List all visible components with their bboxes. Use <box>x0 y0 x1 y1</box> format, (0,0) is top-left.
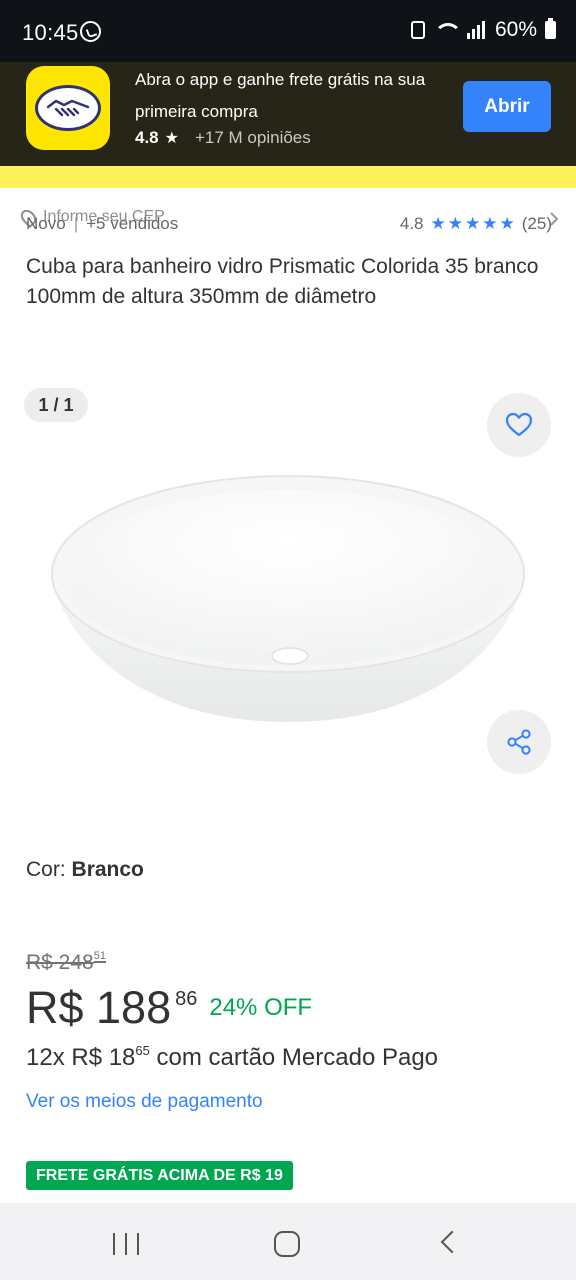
rating-stars: ★ ★ ★ ★ ★ <box>431 214 515 234</box>
installments-suffix: com cartão Mercado Pago <box>156 1044 439 1071</box>
star-icon: ★ <box>499 214 515 233</box>
original-price: R$ 24851 <box>26 950 106 975</box>
share-button[interactable] <box>487 710 551 774</box>
star-icon: ★ <box>482 214 498 233</box>
battery-icon <box>545 18 556 39</box>
system-navigation-bar <box>0 1203 576 1280</box>
whatsapp-notification-icon <box>80 21 101 42</box>
color-value: Branco <box>71 858 144 881</box>
original-price-amount: R$ 248 <box>26 951 94 974</box>
status-bar: 10:45 60% <box>0 0 576 62</box>
lock-notification-icon <box>410 21 425 39</box>
recents-button[interactable] <box>113 1233 139 1255</box>
heart-icon <box>505 412 533 437</box>
color-selection: Cor: Branco <box>26 858 144 882</box>
condition-label: Novo <box>26 214 66 233</box>
star-icon: ★ <box>430 214 446 233</box>
status-indicators: 60% <box>410 18 556 42</box>
star-icon: ★ <box>164 130 179 147</box>
home-button[interactable] <box>274 1231 300 1257</box>
product-rating[interactable]: 4.8 ★ ★ ★ ★ ★ (25) <box>400 214 552 234</box>
price-amount: R$ 188 <box>26 982 172 1033</box>
back-button[interactable] <box>440 1230 464 1254</box>
signal-icon <box>466 21 487 39</box>
free-shipping-badge: FRETE GRÁTIS ACIMA DE R$ 19 <box>26 1161 293 1190</box>
installments-info: 12x R$ 1865 com cartão Mercado Pago <box>26 1043 438 1072</box>
app-review-count: +17 M opiniões <box>194 128 311 147</box>
installments-cents: 65 <box>135 1043 150 1058</box>
app-rating-value: 4.8 <box>135 128 159 147</box>
app-install-banner: Abra o app e ganhe frete grátis na sua p… <box>0 62 576 166</box>
color-label: Cor: <box>26 858 66 881</box>
payment-methods-link[interactable]: Ver os meios de pagamento <box>26 1091 263 1113</box>
original-price-cents: 51 <box>93 950 106 962</box>
battery-percent: 60% <box>494 18 537 41</box>
rating-value: 4.8 <box>399 214 424 233</box>
share-icon <box>507 729 531 755</box>
product-image-sink <box>51 475 525 722</box>
star-icon: ★ <box>447 214 464 233</box>
price-cents: 86 <box>175 988 198 1010</box>
product-title: Cuba para banheiro vidro Prismatic Color… <box>26 255 539 308</box>
sold-count: +5 vendidos <box>86 214 179 233</box>
mercado-livre-logo <box>26 66 110 150</box>
product-subtitle: Novo | +5 vendidos <box>26 214 178 234</box>
review-count: (25) <box>521 214 552 233</box>
favorite-button[interactable] <box>487 393 551 457</box>
banner-message: Abra o app e ganhe frete grátis na sua p… <box>135 70 426 121</box>
star-icon: ★ <box>465 214 481 233</box>
wifi-icon <box>433 21 462 39</box>
discount-label: 24% OFF <box>209 994 313 1021</box>
product-meta: Novo | +5 vendidos 4.8 ★ ★ ★ ★ ★ (25) <box>26 214 552 238</box>
open-app-button[interactable]: Abrir <box>463 81 551 132</box>
handshake-icon <box>35 85 101 131</box>
current-price: R$ 188 86 24% OFF <box>26 982 312 1034</box>
separator: | <box>73 214 79 233</box>
product-gallery[interactable]: 1 / 1 <box>0 380 576 800</box>
status-time: 10:45 <box>22 20 79 45</box>
image-counter: 1 / 1 <box>24 388 88 422</box>
installments-amount: 12x R$ 18 <box>26 1044 136 1071</box>
app-rating: 4.8 ★ +17 M opiniões <box>135 128 311 148</box>
